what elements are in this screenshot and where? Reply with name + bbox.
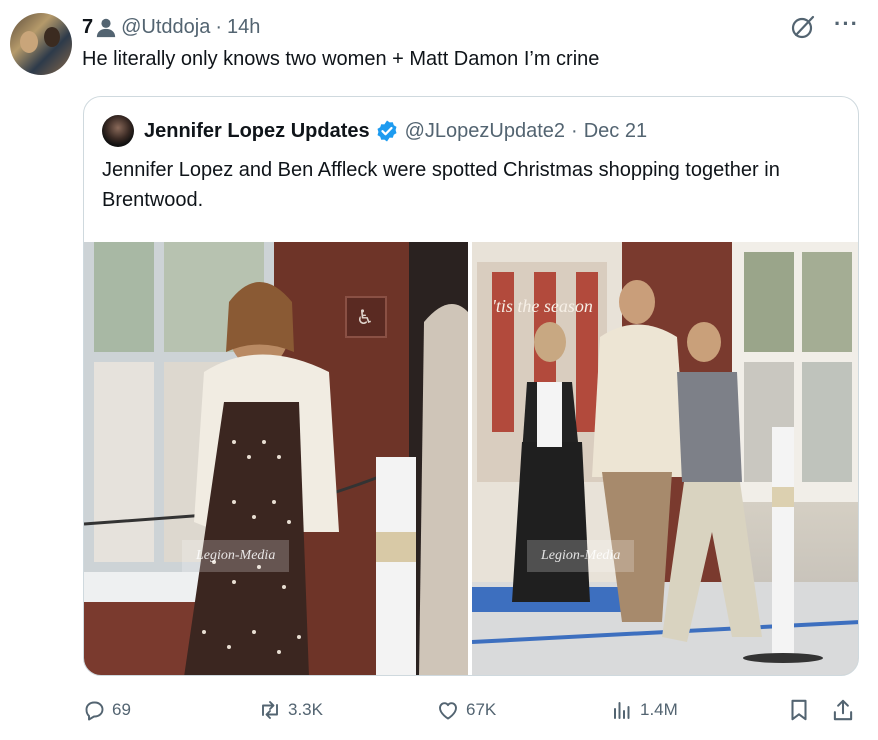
quoted-author-handle[interactable]: @JLopezUpdate2: [405, 120, 565, 143]
bookmark-button[interactable]: [786, 697, 812, 728]
views-icon: [614, 702, 630, 719]
reply-icon: [85, 701, 104, 721]
quoted-post-text: Jennifer Lopez and Ben Affleck were spot…: [102, 159, 780, 211]
photo-right[interactable]: 'tis the season Legion-Media: [472, 242, 858, 675]
author-handle[interactable]: @Utddoja: [121, 16, 210, 39]
view-count: 1.4M: [640, 700, 678, 719]
photo-right-scene: 'tis the season: [472, 242, 858, 675]
verified-badge-icon: [377, 120, 397, 142]
repost-icon: [262, 701, 278, 719]
quoted-post[interactable]: Jennifer Lopez Updates @JLopezUpdate2 · …: [83, 96, 859, 676]
reply-button[interactable]: 69: [82, 694, 131, 726]
heart-icon: [439, 702, 457, 720]
repost-count: 3.3K: [288, 700, 323, 719]
separator-dot: ·: [571, 119, 578, 142]
separator-dot: ·: [215, 15, 223, 38]
post-text: He literally only knows two women + Matt…: [82, 48, 600, 70]
quoted-post-date[interactable]: Dec 21: [584, 120, 647, 143]
quoted-avatar[interactable]: [102, 115, 134, 147]
svg-text:♿: ♿: [356, 305, 374, 329]
share-button[interactable]: [830, 697, 856, 728]
photo-watermark: Legion-Media: [182, 540, 290, 572]
person-icon: [96, 18, 116, 38]
quoted-header: Jennifer Lopez Updates @JLopezUpdate2 · …: [102, 115, 647, 147]
storefront-sign: 'tis the season: [492, 296, 593, 316]
photo-left[interactable]: ♿ Legion-Media: [84, 242, 468, 675]
post-header: 7 @Utddoja · 14h: [82, 14, 260, 40]
views-button[interactable]: 1.4M: [610, 694, 678, 726]
author-avatar[interactable]: [10, 13, 72, 75]
quoted-author-name[interactable]: Jennifer Lopez Updates: [144, 120, 370, 143]
photo-left-scene: ♿: [84, 242, 468, 675]
repost-button[interactable]: 3.3K: [258, 694, 323, 726]
grok-icon[interactable]: [790, 14, 816, 40]
reply-count: 69: [112, 700, 131, 719]
post-time[interactable]: 14h: [227, 16, 260, 39]
photo-grid: ♿ Legion-Media 'tis the season Legion-Me…: [84, 242, 858, 675]
photo-watermark: Legion-Media: [527, 540, 635, 572]
share-icon: [833, 699, 853, 721]
like-button[interactable]: 67K: [436, 694, 496, 726]
bookmark-icon: [791, 699, 807, 721]
post-top-actions: ···: [790, 13, 858, 40]
like-count: 67K: [466, 700, 497, 719]
author-name[interactable]: 7: [82, 16, 93, 39]
action-bar: 69 3.3K 67K 1.4M: [82, 694, 862, 726]
more-icon[interactable]: ···: [834, 13, 858, 39]
